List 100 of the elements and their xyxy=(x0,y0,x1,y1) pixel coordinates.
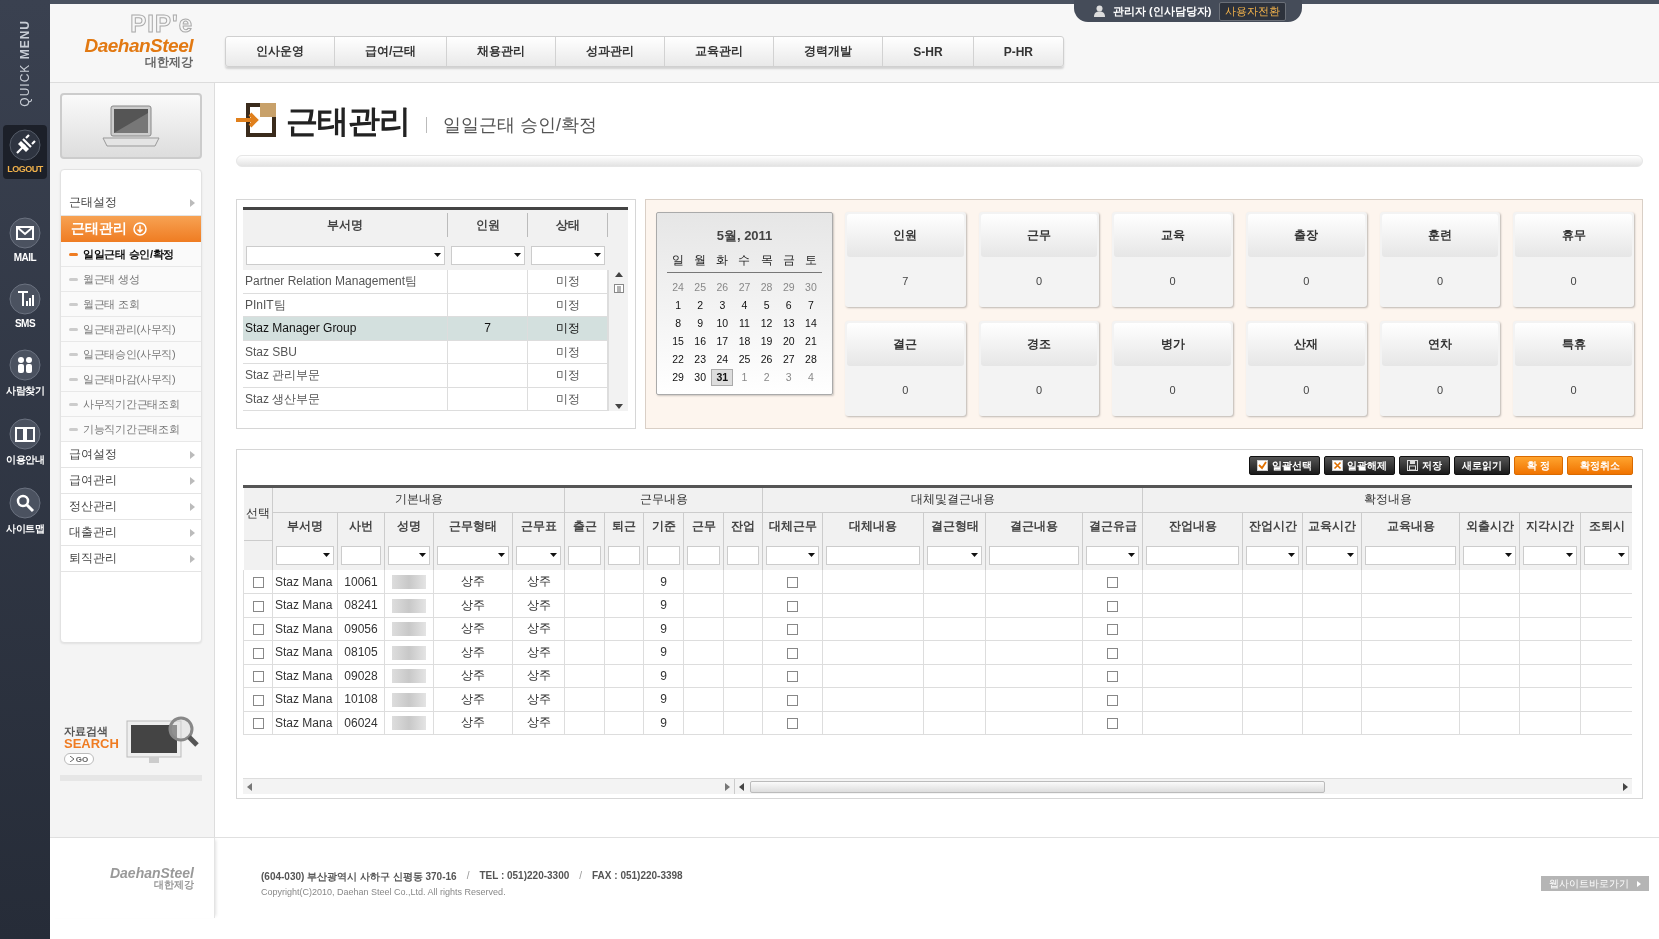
calendar-day[interactable]: 24 xyxy=(711,351,734,368)
dropdown-field[interactable] xyxy=(388,545,430,565)
checkbox[interactable] xyxy=(1107,576,1119,588)
filter-input[interactable] xyxy=(1146,545,1240,565)
table-row[interactable]: Staz 생산부문 미정 xyxy=(243,387,608,411)
checkbox[interactable] xyxy=(1107,600,1119,612)
quick-menu-item[interactable]: 사람찾기 xyxy=(6,348,44,398)
nav-tab[interactable]: 채용관리 xyxy=(447,37,557,66)
calendar-day[interactable]: 10 xyxy=(711,315,734,332)
filter-input[interactable] xyxy=(568,545,601,565)
toolbar-button[interactable]: 일괄해제 xyxy=(1324,456,1396,475)
menu-item[interactable]: 급여설정 xyxy=(61,442,201,468)
calendar-day[interactable]: 21 xyxy=(799,333,822,350)
table-row[interactable]: Staz Manager Group 7 미정 xyxy=(243,317,608,341)
horizontal-scrollbar[interactable] xyxy=(243,778,1632,794)
table-row[interactable]: Staz 관리부문 미정 xyxy=(243,364,608,388)
calendar-day[interactable]: 25 xyxy=(733,351,756,368)
calendar-day[interactable]: 4 xyxy=(799,369,822,386)
menu-item[interactable]: 정산관리 xyxy=(61,494,201,520)
dropdown-field[interactable] xyxy=(276,545,334,565)
checkbox[interactable] xyxy=(252,576,264,588)
filter-input[interactable] xyxy=(727,545,760,565)
quick-menu-item[interactable]: 사이트맵 xyxy=(6,486,44,536)
quick-menu-item[interactable]: SMS xyxy=(9,282,41,329)
nav-tab[interactable]: 급여/근태 xyxy=(335,37,448,66)
checkbox[interactable] xyxy=(787,718,799,730)
filter-input[interactable] xyxy=(608,545,640,565)
calendar-day[interactable]: 15 xyxy=(667,333,690,350)
filter-input[interactable] xyxy=(647,545,680,565)
dropdown-field[interactable] xyxy=(1463,545,1517,565)
calendar-day[interactable]: 11 xyxy=(733,315,756,332)
calendar-day[interactable]: 1 xyxy=(733,369,756,386)
calendar-day[interactable]: 4 xyxy=(733,297,756,314)
nav-tab[interactable]: 경력개발 xyxy=(774,37,884,66)
filter-input[interactable] xyxy=(687,545,720,565)
table-row[interactable]: Staz SBU 미정 xyxy=(243,340,608,364)
calendar-day[interactable]: 14 xyxy=(799,315,822,332)
calendar-day[interactable]: 17 xyxy=(711,333,734,350)
checkbox[interactable] xyxy=(1107,671,1119,683)
nav-tab[interactable]: 교육관리 xyxy=(665,37,775,66)
calendar-day[interactable]: 30 xyxy=(689,369,712,386)
dropdown-field[interactable] xyxy=(516,545,561,565)
quick-menu-item[interactable]: MAIL xyxy=(9,216,41,263)
checkbox[interactable] xyxy=(1107,718,1119,730)
dropdown-field[interactable] xyxy=(1306,545,1359,565)
nav-tab[interactable]: P-HR xyxy=(973,37,1064,66)
checkbox[interactable] xyxy=(252,600,264,612)
submenu-item[interactable]: 월근태 조회 xyxy=(61,292,201,317)
calendar-day[interactable]: 19 xyxy=(755,333,778,350)
dropdown-field[interactable] xyxy=(437,545,509,565)
checkbox[interactable] xyxy=(787,671,799,683)
calendar-day[interactable]: 6 xyxy=(777,297,800,314)
checkbox[interactable] xyxy=(252,624,264,636)
calendar-day[interactable]: 28 xyxy=(799,351,822,368)
dropdown-field[interactable] xyxy=(927,545,983,565)
submenu-item[interactable]: 일근태승인(사무직) xyxy=(61,342,201,367)
go-button[interactable]: GO xyxy=(64,753,94,765)
submenu-item[interactable]: 사무직기간근태조회 xyxy=(61,392,201,417)
quick-menu-item[interactable]: 이용안내 xyxy=(6,417,44,467)
menu-item[interactable]: 퇴직관리 xyxy=(61,546,201,572)
switch-user-button[interactable]: 사용자전환 xyxy=(1219,1,1287,21)
dropdown-field[interactable] xyxy=(1086,545,1140,565)
calendar-day[interactable]: 31 xyxy=(711,369,734,386)
table-row[interactable]: Partner Relation Management팀 미정 xyxy=(243,270,608,294)
checkbox[interactable] xyxy=(1107,624,1119,636)
calendar-day[interactable]: 18 xyxy=(733,333,756,350)
checkbox[interactable] xyxy=(787,624,799,636)
checkbox[interactable] xyxy=(787,600,799,612)
calendar-day[interactable]: 12 xyxy=(755,315,778,332)
calendar-day[interactable]: 29 xyxy=(667,369,690,386)
dropdown-field[interactable] xyxy=(1523,545,1578,565)
submenu-item[interactable]: 일근태관리(사무직) xyxy=(61,317,201,342)
filter-input[interactable] xyxy=(341,545,381,565)
nav-tab[interactable]: 성과관리 xyxy=(556,37,666,66)
calendar-day[interactable]: 16 xyxy=(689,333,712,350)
filter-input[interactable] xyxy=(826,545,921,565)
calendar-day[interactable]: 23 xyxy=(689,351,712,368)
scrollbar[interactable] xyxy=(608,270,628,411)
scroll-thumb[interactable] xyxy=(750,780,1325,793)
calendar-day[interactable]: 2 xyxy=(755,369,778,386)
calendar-day[interactable]: 3 xyxy=(711,297,734,314)
checkbox[interactable] xyxy=(1107,694,1119,706)
calendar-day[interactable]: 27 xyxy=(777,351,800,368)
checkbox[interactable] xyxy=(252,694,264,706)
toolbar-button[interactable]: 새로읽기 xyxy=(1454,456,1511,475)
submenu-item[interactable]: 일근태마감(사무직) xyxy=(61,367,201,392)
calendar-day[interactable]: 20 xyxy=(777,333,800,350)
filter-input[interactable] xyxy=(989,545,1080,565)
calendar-day[interactable]: 26 xyxy=(755,351,778,368)
calendar-day[interactable]: 7 xyxy=(799,297,822,314)
dropdown-field[interactable] xyxy=(246,245,445,265)
submenu-item[interactable]: 일일근태 승인/확정 xyxy=(61,242,201,267)
nav-tab[interactable]: S-HR xyxy=(883,37,974,66)
dropdown-field[interactable] xyxy=(451,245,525,265)
calendar-day[interactable]: 22 xyxy=(667,351,690,368)
submenu-item[interactable]: 월근태 생성 xyxy=(61,267,201,292)
checkbox[interactable] xyxy=(787,647,799,659)
dropdown-field[interactable] xyxy=(766,545,820,565)
calendar-day[interactable]: 9 xyxy=(689,315,712,332)
dropdown-field[interactable] xyxy=(531,245,605,265)
